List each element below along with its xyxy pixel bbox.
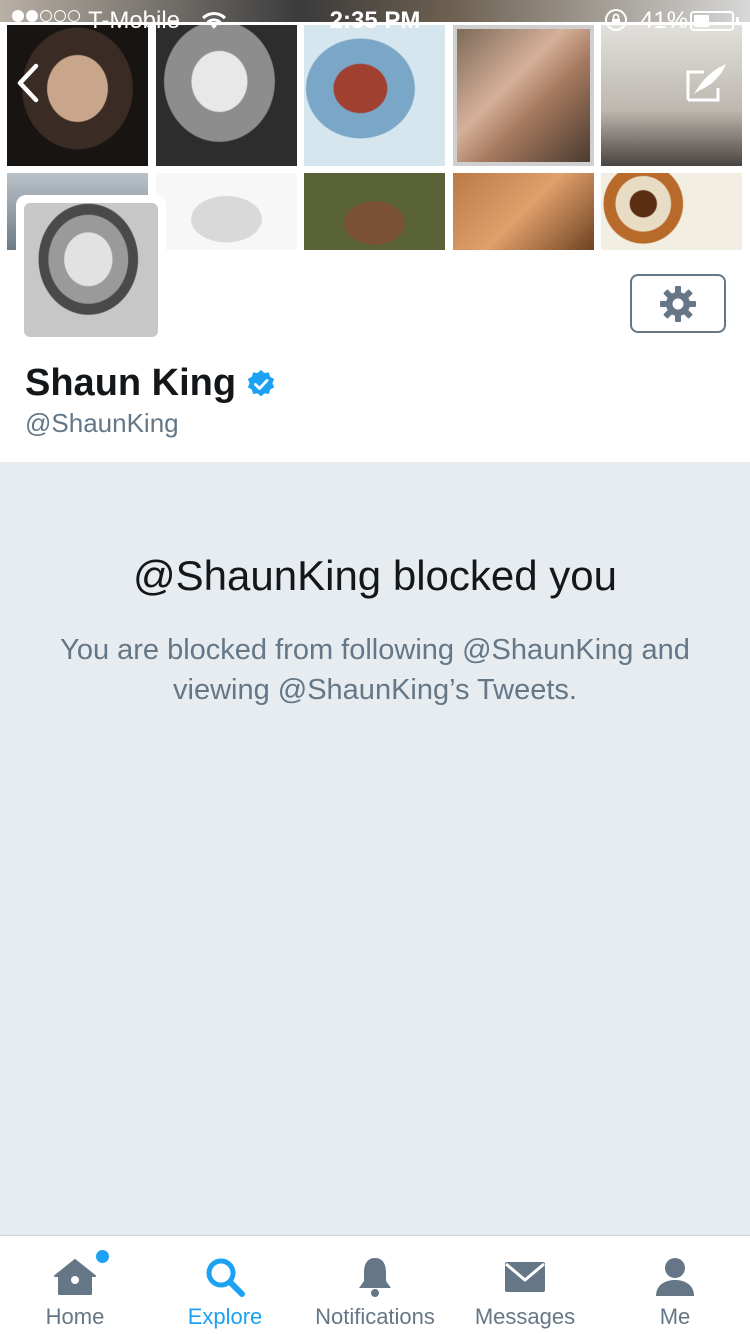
person-icon [656,1258,694,1296]
tab-label: Notifications [315,1304,435,1329]
profile-handle: @ShaunKing [25,408,179,438]
tab-me[interactable]: Me [600,1236,750,1334]
tab-home[interactable]: Home [0,1236,150,1334]
orientation-lock-icon [603,7,629,39]
clock-time: 2:35 PM [329,7,421,34]
avatar-photo [24,203,158,337]
profile-name-row: Shaun King [25,362,276,405]
avatar[interactable] [16,195,166,345]
home-icon [54,1259,96,1295]
header-photo [304,173,445,250]
header-photo [156,173,297,250]
tab-bar: Home Explore Notifications Messages Me [0,1235,750,1334]
chevron-left-icon [17,63,39,103]
tab-label: Me [659,1304,691,1329]
new-content-dot [96,1250,109,1263]
search-icon [206,1258,245,1297]
battery-percentage: 41% [640,7,689,34]
gear-icon [660,285,696,322]
profile-name: Shaun King [25,362,237,404]
blocked-notice: @ShaunKing blocked you You are blocked f… [0,462,750,1235]
tab-label: Messages [474,1304,576,1329]
back-button[interactable] [12,60,46,106]
header-photo [601,173,742,250]
settings-button[interactable] [630,274,726,333]
status-bar: T-Mobile 2:35 PM 41% [0,0,750,40]
tab-explore[interactable]: Explore [150,1236,300,1334]
screen: T-Mobile 2:35 PM 41% Shaun King @ShaunKi… [0,0,750,1334]
compose-quill-icon [686,64,726,102]
tab-label: Explore [187,1304,263,1329]
header-photo [304,25,445,166]
tab-messages[interactable]: Messages [450,1236,600,1334]
tab-notifications[interactable]: Notifications [300,1236,450,1334]
header-photo [453,173,594,250]
envelope-icon [505,1262,545,1292]
tab-label: Home [45,1304,105,1329]
battery-icon [690,11,734,31]
header-photo [156,25,297,166]
bell-icon [359,1258,391,1297]
verified-badge-icon [248,369,275,396]
compose-tweet-button[interactable] [682,60,732,106]
blocked-message: You are blocked from following @ShaunKin… [60,634,690,706]
header-photo [453,25,594,166]
battery-cap [736,17,739,25]
blocked-title: @ShaunKing blocked you [133,552,617,599]
